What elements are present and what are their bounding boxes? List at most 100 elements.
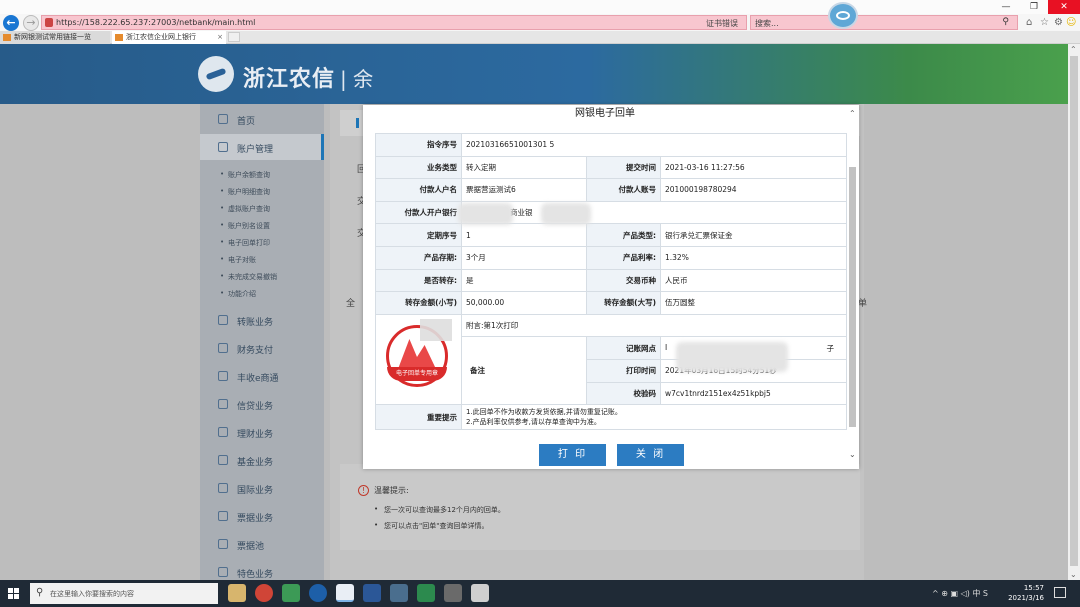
amount-words: 伍万圆整 (659, 291, 848, 315)
certificate-error-indicator[interactable]: 证书错误 (706, 18, 738, 29)
wealth-icon (218, 427, 228, 437)
notification-icon[interactable] (1054, 587, 1066, 598)
sidebar-subitem[interactable]: 电子对账 (220, 255, 256, 265)
search-placeholder: 搜索... (755, 19, 779, 28)
amount-numeric: 50,000.00 (461, 291, 587, 315)
close-window-button[interactable]: ✕ (1048, 0, 1080, 14)
field-label: 重要提示 (375, 404, 462, 431)
smiley-icon[interactable]: ☺ (1066, 17, 1076, 28)
sidebar-item-home[interactable]: 首页 (200, 106, 324, 132)
file-explorer-icon[interactable] (228, 584, 246, 602)
sidebar-item-international[interactable]: 国际业务 (200, 475, 324, 501)
back-button[interactable]: ← (3, 15, 19, 31)
home-icon[interactable]: ⌂ (1026, 17, 1032, 28)
tool-app-icon[interactable] (390, 584, 408, 602)
sidebar-item-fund[interactable]: 基金业务 (200, 447, 324, 473)
star-icon[interactable]: ☆ (1040, 17, 1049, 28)
field-label: 付款人开户银行 (375, 200, 462, 225)
sidebar-item-account[interactable]: 账户管理 (200, 134, 324, 160)
calculator-icon[interactable] (471, 584, 489, 602)
clock[interactable]: 15:57 2021/3/16 (994, 583, 1044, 603)
tab-netbank[interactable]: 浙江农信企业网上银行 × (112, 31, 226, 44)
field-label: 是否转存: (375, 268, 462, 293)
background-column-header: 单 (858, 299, 868, 309)
globe-icon (218, 483, 228, 493)
sidebar-subitem[interactable]: 虚拟账户查询 (220, 204, 270, 214)
scrollbar-thumb[interactable] (1070, 56, 1078, 566)
page-favicon-icon (3, 34, 11, 41)
wechat-icon[interactable] (417, 584, 435, 602)
product-term: 3个月 (461, 245, 587, 270)
branch-fragment: 子 (826, 343, 835, 353)
tab-test-links[interactable]: 新网银测试常用链接一览 (0, 31, 110, 44)
spreadsheet-app-icon[interactable] (282, 584, 300, 602)
chevron-down-icon[interactable]: ⌄ (849, 450, 856, 459)
sidebar-item-ecommerce[interactable]: 丰收e商通 (200, 363, 324, 389)
lock-icon (45, 18, 53, 27)
scrollbar-thumb[interactable] (849, 167, 856, 427)
sidebar-item-feature[interactable]: 特色业务 (200, 559, 324, 580)
tab-close-icon[interactable]: × (217, 31, 223, 44)
payer-account: 201000198780294 (659, 178, 848, 202)
sidebar-subitem[interactable]: 电子回单打印 (220, 238, 270, 248)
tips-line: 您可以点击"回单"查询回单详情。 (374, 521, 488, 531)
taskbar-search-placeholder: 在这里输入你要搜索的内容 (50, 590, 134, 598)
payment-icon (218, 343, 228, 353)
word-icon[interactable] (363, 584, 381, 602)
feature-icon (218, 567, 228, 577)
product-rate: 1.32% (659, 245, 848, 270)
field-label: 校验码 (586, 381, 661, 406)
chrome-icon[interactable] (255, 584, 273, 602)
page-viewport: 浙江农信 | 余 首页 账户管理 账户余额查询 账户明细查询 虚拟账户查询 账户… (0, 44, 1068, 580)
tray-icons[interactable]: ^ ⊕ ▣ ◁) 中 S (932, 588, 988, 599)
forward-button[interactable]: → (23, 15, 39, 31)
sidebar-subitem[interactable]: 账户明细查询 (220, 187, 270, 197)
term-number: 1 (461, 223, 587, 247)
submit-time: 2021-03-16 11:27:56 (659, 155, 848, 180)
chevron-down-icon[interactable]: ⌄ (1070, 570, 1077, 579)
sidebar-item-transfer[interactable]: 转账业务 (200, 307, 324, 333)
window-titlebar: — ❐ ✕ (0, 0, 1080, 14)
address-bar[interactable]: https://158.222.65.237:27003/netbank/mai… (41, 15, 747, 30)
sidebar-subitem[interactable]: 功能介绍 (220, 289, 256, 299)
sidebar-subitem[interactable]: 账户别名设置 (220, 221, 270, 231)
chevron-up-icon[interactable]: ⌃ (849, 109, 856, 118)
sidebar-item-wealth[interactable]: 理财业务 (200, 419, 324, 445)
url-text: https://158.222.65.237:27003/netbank/mai… (56, 18, 256, 27)
eye-icon[interactable] (828, 2, 858, 29)
field-label: 记账网点 (586, 336, 661, 360)
field-label: 指令序号 (375, 133, 462, 157)
new-tab-button[interactable] (228, 32, 240, 42)
sidebar-item-bill-pool[interactable]: 票据池 (200, 531, 324, 557)
sidebar-item-payment[interactable]: 财务支付 (200, 335, 324, 361)
minimize-button[interactable]: — (992, 0, 1020, 14)
sidebar-subitem[interactable]: 未完成交易撤销 (220, 272, 277, 282)
sidebar-item-loan[interactable]: 信贷业务 (200, 391, 324, 417)
sidebar-item-bill[interactable]: 票据业务 (200, 503, 324, 529)
sidebar: 首页 账户管理 账户余额查询 账户明细查询 虚拟账户查询 账户别名设置 电子回单… (200, 104, 324, 580)
page-scrollbar[interactable]: ⌃ ⌄ (1068, 44, 1080, 580)
dialog-scrollbar[interactable]: ⌃ ⌄ (847, 107, 858, 465)
gear-icon[interactable]: ⚙ (1054, 17, 1063, 28)
field-label: 打印时间 (586, 358, 661, 383)
sidebar-subitem[interactable]: 账户余额查询 (220, 170, 270, 180)
bill-pool-icon (218, 539, 228, 549)
print-button[interactable]: 打 印 (539, 444, 606, 466)
dialog-title: 网银电子回单 (575, 108, 635, 119)
windows-start-icon[interactable] (8, 588, 20, 600)
media-app-icon[interactable] (444, 584, 462, 602)
search-icon[interactable]: ⚲ (1002, 17, 1009, 27)
taskbar-search[interactable]: ⚲ 在这里输入你要搜索的内容 (30, 583, 218, 604)
notepad-icon[interactable] (336, 584, 354, 602)
chevron-up-icon[interactable]: ⌃ (1070, 45, 1077, 54)
close-button[interactable]: 关 闭 (617, 444, 684, 466)
tab-bar: 新网银测试常用链接一览 浙江农信企业网上银行 × (0, 31, 1080, 44)
page-favicon-icon (115, 34, 123, 41)
notice-line: 2.产品利率仅供参考,请以存单查询中为准。 (466, 418, 601, 427)
header-separator-text: | 余 (340, 67, 374, 91)
taskbar: ⚲ 在这里输入你要搜索的内容 ^ ⊕ ▣ ◁) 中 S 15:57 2021/3… (0, 580, 1080, 607)
select-all-checkbox[interactable]: 全 (346, 296, 355, 309)
browser-app-icon[interactable] (309, 584, 327, 602)
maximize-button[interactable]: ❐ (1020, 0, 1048, 14)
browser-search-box[interactable]: 搜索... ⚲ (750, 15, 1018, 30)
